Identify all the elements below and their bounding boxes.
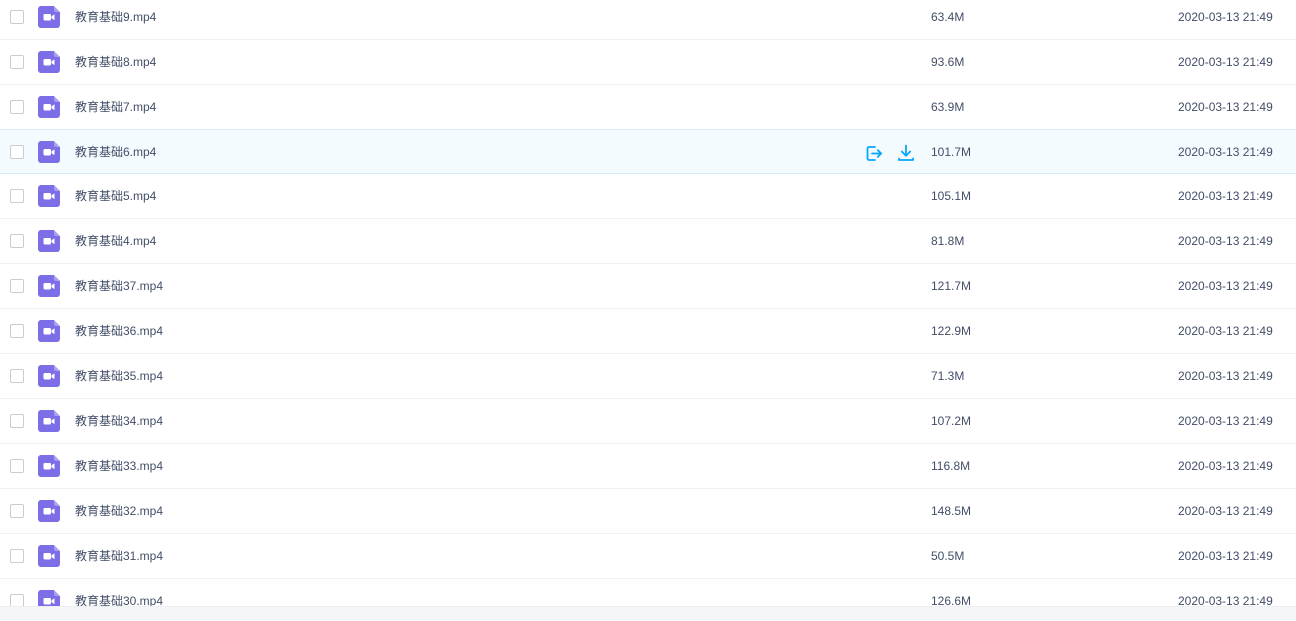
- row-checkbox[interactable]: [10, 100, 24, 114]
- file-date: 2020-03-13 21:49: [1178, 10, 1273, 24]
- file-row[interactable]: 教育基础6.mp4 101.7M 2020-03-13 21:49: [0, 129, 1296, 174]
- file-size: 107.2M: [931, 414, 972, 428]
- row-checkbox[interactable]: [10, 504, 24, 518]
- file-name[interactable]: 教育基础8.mp4: [75, 55, 156, 69]
- file-size: 93.6M: [931, 55, 965, 69]
- row-checkbox[interactable]: [10, 369, 24, 383]
- video-file-icon: [38, 320, 60, 342]
- file-row[interactable]: 教育基础8.mp4 93.6M 2020-03-13 21:49: [0, 40, 1296, 85]
- file-size: 121.7M: [931, 279, 972, 293]
- bottom-bar: [0, 606, 1296, 621]
- row-checkbox[interactable]: [10, 324, 24, 338]
- file-date: 2020-03-13 21:49: [1178, 279, 1273, 293]
- file-name[interactable]: 教育基础6.mp4: [75, 145, 156, 159]
- download-icon[interactable]: [896, 143, 916, 163]
- file-list: 教育基础9.mp4 63.4M 2020-03-13 21:49 教育基础8.m…: [0, 0, 1296, 606]
- file-size: 126.6M: [931, 594, 972, 606]
- file-name[interactable]: 教育基础36.mp4: [75, 324, 163, 338]
- file-row[interactable]: 教育基础30.mp4 126.6M 2020-03-13 21:49: [0, 579, 1296, 606]
- row-checkbox[interactable]: [10, 549, 24, 563]
- file-name[interactable]: 教育基础37.mp4: [75, 279, 163, 293]
- video-file-icon: [38, 455, 60, 477]
- file-size: 63.9M: [931, 100, 965, 114]
- file-size: 122.9M: [931, 324, 972, 338]
- file-row[interactable]: 教育基础35.mp4 71.3M 2020-03-13 21:49: [0, 354, 1296, 399]
- file-date: 2020-03-13 21:49: [1178, 414, 1273, 428]
- file-name[interactable]: 教育基础30.mp4: [75, 594, 163, 606]
- video-file-icon: [38, 6, 60, 28]
- file-row[interactable]: 教育基础31.mp4 50.5M 2020-03-13 21:49: [0, 534, 1296, 579]
- file-date: 2020-03-13 21:49: [1178, 189, 1273, 203]
- video-file-icon: [38, 500, 60, 522]
- file-size: 63.4M: [931, 10, 965, 24]
- row-checkbox[interactable]: [10, 279, 24, 293]
- file-date: 2020-03-13 21:49: [1178, 145, 1273, 159]
- file-date: 2020-03-13 21:49: [1178, 594, 1273, 606]
- file-name[interactable]: 教育基础35.mp4: [75, 369, 163, 383]
- file-name[interactable]: 教育基础4.mp4: [75, 234, 156, 248]
- file-row[interactable]: 教育基础33.mp4 116.8M 2020-03-13 21:49: [0, 444, 1296, 489]
- row-checkbox[interactable]: [10, 10, 24, 24]
- file-name[interactable]: 教育基础31.mp4: [75, 549, 163, 563]
- row-checkbox[interactable]: [10, 414, 24, 428]
- file-date: 2020-03-13 21:49: [1178, 234, 1273, 248]
- video-file-icon: [38, 96, 60, 118]
- file-name[interactable]: 教育基础33.mp4: [75, 459, 163, 473]
- video-file-icon: [38, 51, 60, 73]
- file-date: 2020-03-13 21:49: [1178, 549, 1273, 563]
- file-size: 101.7M: [931, 145, 972, 159]
- file-list-viewport[interactable]: 教育基础9.mp4 63.4M 2020-03-13 21:49 教育基础8.m…: [0, 0, 1296, 606]
- file-date: 2020-03-13 21:49: [1178, 324, 1273, 338]
- video-file-icon: [38, 365, 60, 387]
- file-size: 148.5M: [931, 504, 972, 518]
- file-row[interactable]: 教育基础34.mp4 107.2M 2020-03-13 21:49: [0, 399, 1296, 444]
- row-checkbox[interactable]: [10, 145, 24, 159]
- video-file-icon: [38, 141, 60, 163]
- file-date: 2020-03-13 21:49: [1178, 459, 1273, 473]
- file-date: 2020-03-13 21:49: [1178, 100, 1273, 114]
- file-name[interactable]: 教育基础32.mp4: [75, 504, 163, 518]
- video-file-icon: [38, 545, 60, 567]
- share-icon[interactable]: [864, 143, 884, 163]
- file-row[interactable]: 教育基础32.mp4 148.5M 2020-03-13 21:49: [0, 489, 1296, 534]
- row-checkbox[interactable]: [10, 459, 24, 473]
- file-size: 50.5M: [931, 549, 965, 563]
- file-date: 2020-03-13 21:49: [1178, 504, 1273, 518]
- row-checkbox[interactable]: [10, 55, 24, 69]
- video-file-icon: [38, 590, 60, 606]
- file-size: 105.1M: [931, 189, 972, 203]
- video-file-icon: [38, 230, 60, 252]
- video-file-icon: [38, 275, 60, 297]
- file-date: 2020-03-13 21:49: [1178, 369, 1273, 383]
- file-size: 81.8M: [931, 234, 965, 248]
- file-name[interactable]: 教育基础9.mp4: [75, 10, 156, 24]
- file-row[interactable]: 教育基础9.mp4 63.4M 2020-03-13 21:49: [0, 0, 1296, 40]
- row-checkbox[interactable]: [10, 189, 24, 203]
- file-name[interactable]: 教育基础34.mp4: [75, 414, 163, 428]
- row-checkbox[interactable]: [10, 594, 24, 606]
- video-file-icon: [38, 410, 60, 432]
- file-row[interactable]: 教育基础4.mp4 81.8M 2020-03-13 21:49: [0, 219, 1296, 264]
- row-actions: [864, 143, 916, 163]
- file-row[interactable]: 教育基础36.mp4 122.9M 2020-03-13 21:49: [0, 309, 1296, 354]
- file-row[interactable]: 教育基础7.mp4 63.9M 2020-03-13 21:49: [0, 85, 1296, 130]
- file-row[interactable]: 教育基础5.mp4 105.1M 2020-03-13 21:49: [0, 174, 1296, 219]
- file-name[interactable]: 教育基础5.mp4: [75, 189, 156, 203]
- video-file-icon: [38, 185, 60, 207]
- file-size: 71.3M: [931, 369, 965, 383]
- file-date: 2020-03-13 21:49: [1178, 55, 1273, 69]
- file-size: 116.8M: [931, 459, 971, 473]
- file-name[interactable]: 教育基础7.mp4: [75, 100, 156, 114]
- row-checkbox[interactable]: [10, 234, 24, 248]
- file-row[interactable]: 教育基础37.mp4 121.7M 2020-03-13 21:49: [0, 264, 1296, 309]
